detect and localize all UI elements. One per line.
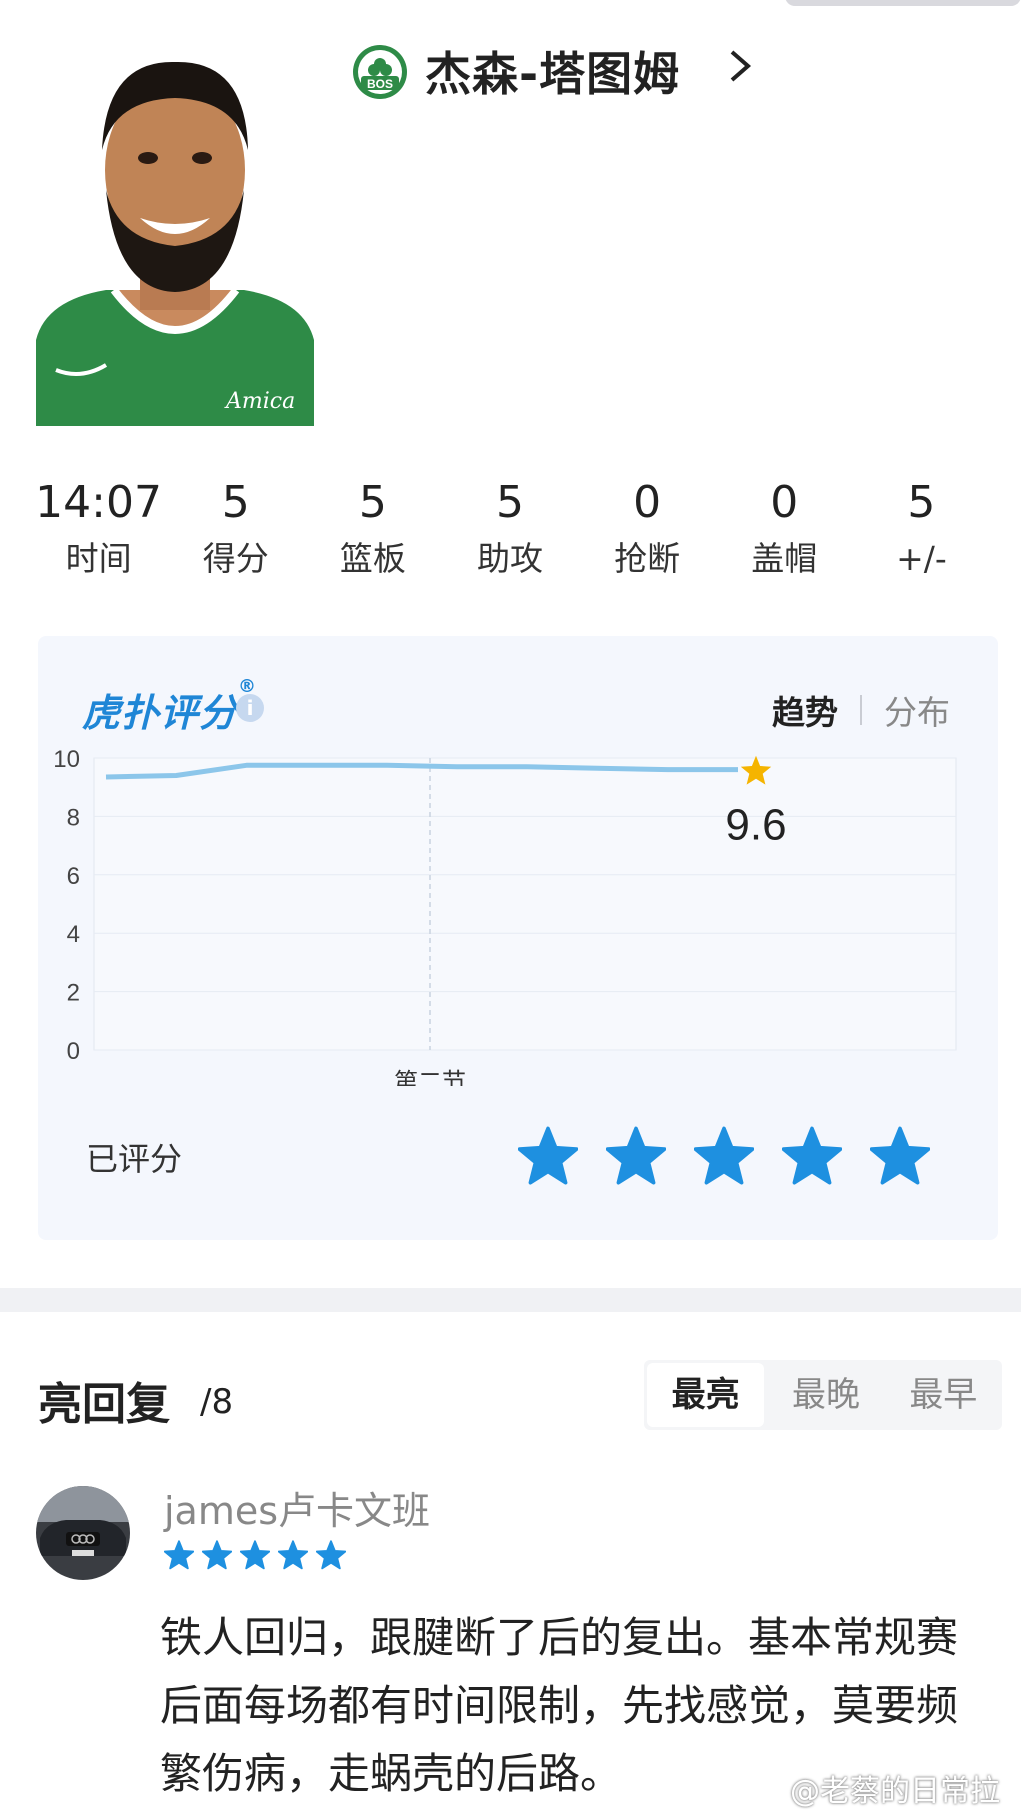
- info-icon[interactable]: i: [236, 694, 264, 722]
- section-divider: [0, 1288, 1021, 1312]
- y-tick-label: 0: [67, 1038, 80, 1065]
- stat-label: 助攻: [476, 539, 543, 578]
- star-icon[interactable]: [606, 1126, 666, 1186]
- stat-time: 14:07 时间: [30, 476, 167, 586]
- star-icon: [240, 1540, 270, 1570]
- tab-distribution[interactable]: 分布: [884, 686, 950, 734]
- y-tick-label: 8: [67, 804, 80, 831]
- comment-username[interactable]: james卢卡文班: [164, 1480, 430, 1535]
- current-score-label: 9.6: [725, 801, 786, 850]
- stat-label: 盖帽: [751, 539, 818, 578]
- stat-value: 5: [495, 477, 524, 528]
- jersey-sponsor: Amica: [224, 389, 295, 414]
- stat-value: 5: [221, 477, 250, 528]
- rating-card: 虎扑评分® i 趋势 分布 10 8 6 4 2 0 第二节 9.6 已评分: [38, 636, 998, 1240]
- stat-label: 时间: [65, 539, 132, 578]
- watermark: @老蔡的日常拉: [790, 1774, 1000, 1809]
- stat-rebounds: 5 篮板: [304, 476, 441, 586]
- rating-trend-chart: 10 8 6 4 2 0 第二节 9.6: [38, 736, 998, 1096]
- rating-brand-text: 虎扑评分: [82, 691, 239, 735]
- status-bar-pill: [785, 0, 1021, 6]
- stat-value: 5: [358, 477, 387, 528]
- sort-option-latest[interactable]: 最晚: [767, 1360, 884, 1430]
- replies-title: 亮回复: [38, 1379, 170, 1430]
- stat-plus-minus: 5 +/-: [853, 476, 990, 586]
- star-icon: [202, 1540, 232, 1570]
- star-icon: [278, 1540, 308, 1570]
- y-tick-label: 10: [53, 746, 80, 773]
- stat-label: 篮板: [339, 539, 406, 578]
- star-icon[interactable]: [870, 1126, 930, 1186]
- sort-option-brightest[interactable]: 最亮: [647, 1363, 765, 1427]
- chevron-right-icon[interactable]: [720, 46, 760, 86]
- stat-assists: 5 助攻: [441, 476, 578, 586]
- team-logo[interactable]: BOS: [352, 44, 408, 100]
- stat-steals: 0 抢断: [579, 476, 716, 586]
- chart-svg: 10 8 6 4 2 0 第二节 9.6: [53, 746, 957, 1096]
- rating-view-tabs: 趋势 分布: [772, 686, 950, 734]
- sort-tabs: 最亮 最晚 最早: [644, 1360, 1002, 1430]
- team-abbr: BOS: [367, 77, 393, 91]
- y-tick-label: 6: [67, 863, 80, 890]
- plot-area: [93, 757, 957, 1051]
- star-icon[interactable]: [694, 1126, 754, 1186]
- player-name[interactable]: 杰森-塔图姆: [425, 38, 680, 104]
- star-icon: [316, 1540, 346, 1570]
- stat-points: 5 得分: [167, 476, 304, 586]
- sort-option-earliest[interactable]: 最早: [885, 1360, 1002, 1430]
- rated-label: 已评分: [86, 1140, 183, 1178]
- stat-blocks: 0 盖帽: [716, 476, 853, 586]
- stat-value: 0: [633, 477, 662, 528]
- star-icon[interactable]: [518, 1126, 578, 1186]
- player-photo: Amica: [36, 40, 314, 426]
- stat-label: 得分: [202, 539, 269, 578]
- x-marker-label: 第二节: [394, 1068, 466, 1086]
- stat-label: +/-: [896, 539, 947, 578]
- stat-value: 5: [907, 477, 936, 528]
- user-star-rating[interactable]: [518, 1126, 930, 1186]
- y-tick-label: 2: [67, 980, 80, 1007]
- y-tick-label: 4: [67, 921, 80, 948]
- star-icon: [164, 1540, 194, 1570]
- replies-count: /8: [200, 1382, 234, 1422]
- stat-value: 0: [770, 477, 799, 528]
- avatar[interactable]: [36, 1486, 130, 1580]
- tab-divider: [860, 695, 862, 725]
- stats-row: 14:07 时间 5 得分 5 篮板 5 助攻 0 抢断 0 盖帽 5 +/-: [30, 476, 990, 586]
- tab-trend[interactable]: 趋势: [772, 686, 838, 734]
- stat-value: 14:07: [35, 477, 162, 528]
- rating-brand-logo: 虎扑评分®: [82, 676, 257, 737]
- star-icon[interactable]: [782, 1126, 842, 1186]
- stat-label: 抢断: [614, 539, 681, 578]
- comment-star-rating: [164, 1540, 346, 1570]
